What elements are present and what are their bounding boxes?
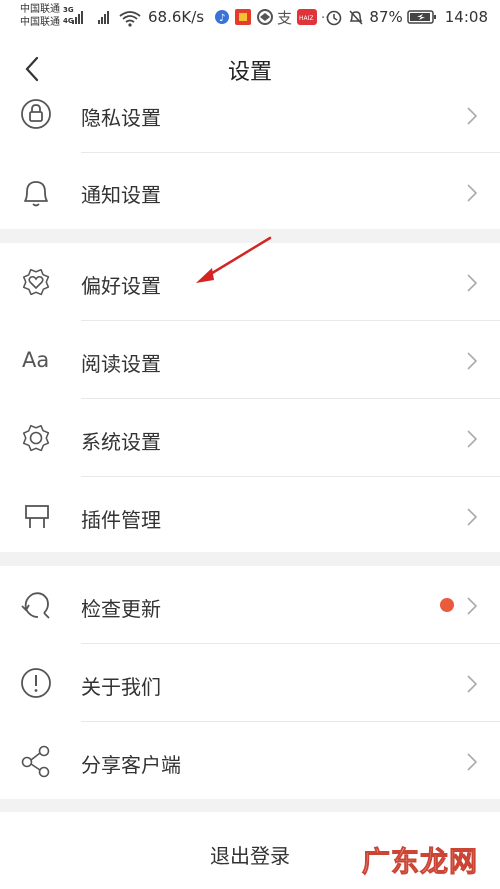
settings-group-3: 检查更新 关于我们 分享客户端: [0, 566, 500, 799]
lock-icon: [21, 99, 51, 129]
settings-item-reading[interactable]: Aa 阅读设置: [0, 321, 500, 399]
svg-text:支: 支: [277, 9, 292, 27]
chevron-right-icon: [467, 107, 478, 125]
share-icon: [21, 745, 50, 778]
settings-item-label: 阅读设置: [81, 352, 161, 376]
info-icon: [21, 668, 51, 698]
font-aa-icon: Aa: [22, 348, 50, 372]
clock: 14:08: [444, 8, 488, 26]
settings-item-label: 检查更新: [81, 597, 161, 621]
chevron-right-icon: [467, 184, 478, 202]
gear-icon: [22, 424, 50, 452]
update-badge-dot: [440, 598, 454, 612]
chevron-right-icon: [467, 597, 478, 615]
watermark-logo: 广东龙网: [361, 845, 479, 879]
chevron-right-icon: [467, 508, 478, 526]
battery-icon: [407, 10, 436, 24]
chevron-right-icon: [467, 753, 478, 771]
plugin-icon: [25, 505, 49, 528]
status-bar: 中国联通 中国联通 3G 4G 68.6K/s ♪ 支 HAIZ ·· 87% …: [0, 0, 500, 34]
settings-item-label: 偏好设置: [81, 274, 161, 298]
bell-icon: [24, 181, 48, 207]
svg-text:HAIZ: HAIZ: [299, 15, 314, 22]
carrier-names: 中国联通 中国联通: [20, 3, 60, 29]
chevron-right-icon: [467, 430, 478, 448]
notification-app-icons: ♪ 支 HAIZ ··: [215, 9, 329, 27]
alarm-icon: [327, 10, 342, 26]
status-right: 87% 14:08: [325, 7, 488, 27]
settings-group-1: 隐私设置 通知设置: [0, 99, 500, 231]
settings-item-label: 关于我们: [81, 675, 161, 699]
chevron-right-icon: [467, 675, 478, 693]
settings-item-share[interactable]: 分享客户端: [0, 722, 500, 800]
settings-item-label: 隐私设置: [81, 106, 161, 130]
network-speed: 68.6K/s: [148, 8, 205, 26]
settings-item-label: 插件管理: [81, 508, 161, 532]
carrier-2: 中国联通: [20, 17, 60, 28]
settings-item-notifications[interactable]: 通知设置: [0, 153, 500, 231]
signal-wifi-icons: [72, 11, 141, 27]
heart-badge-icon: [22, 268, 50, 296]
settings-item-label: 通知设置: [81, 183, 161, 207]
settings-item-plugins[interactable]: 插件管理: [0, 477, 500, 555]
settings-item-about[interactable]: 关于我们: [0, 644, 500, 722]
chevron-right-icon: [467, 274, 478, 292]
settings-item-label: 分享客户端: [81, 753, 181, 777]
settings-item-system[interactable]: 系统设置: [0, 399, 500, 477]
annotation-arrow: [196, 236, 272, 283]
chevron-right-icon: [467, 352, 478, 370]
settings-item-label: 系统设置: [81, 430, 161, 454]
mute-bell-icon: [349, 10, 363, 25]
refresh-icon: [21, 592, 50, 619]
svg-text:♪: ♪: [219, 13, 225, 24]
battery-percent: 87%: [369, 8, 403, 26]
carrier-1: 中国联通: [20, 4, 60, 15]
settings-item-privacy[interactable]: 隐私设置: [0, 75, 500, 153]
settings-item-check-update[interactable]: 检查更新: [0, 566, 500, 644]
